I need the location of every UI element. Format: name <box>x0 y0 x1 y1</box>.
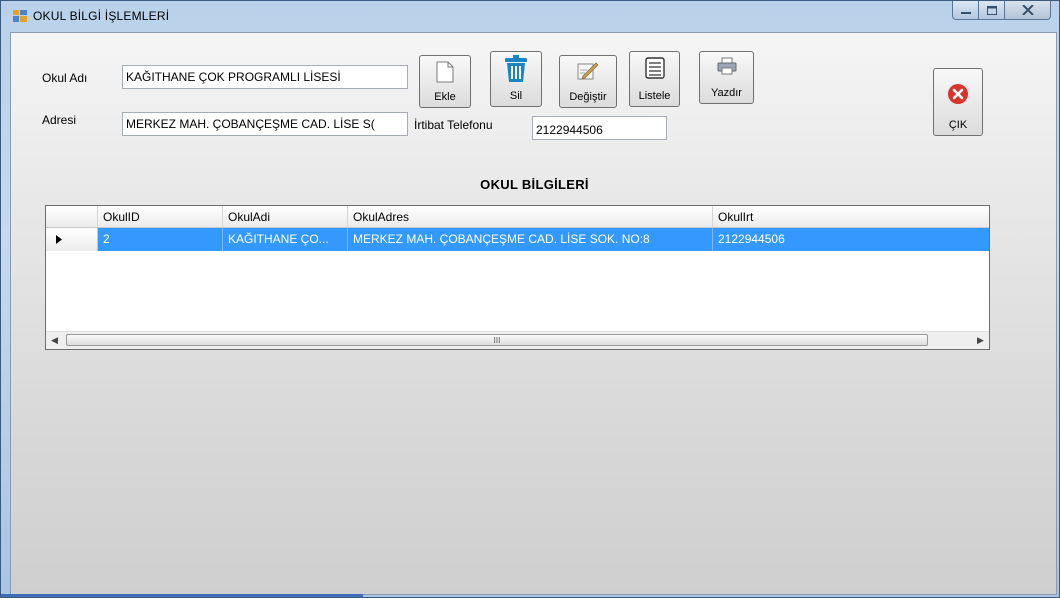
window-controls <box>952 1 1051 21</box>
minimize-icon <box>960 12 971 14</box>
window-title: OKUL BİLGİ İŞLEMLERİ <box>33 9 170 23</box>
table-cell[interactable]: 2 <box>98 228 223 251</box>
address-field[interactable]: MERKEZ MAH. ÇOBANÇEŞME CAD. LİSE S( <box>122 112 408 136</box>
phone-label: İrtibat Telefonu <box>414 118 493 132</box>
column-header[interactable]: OkulID <box>98 206 223 227</box>
school-name-label: Okul Adı <box>42 71 88 85</box>
scroll-thumb-grip: III <box>493 335 501 345</box>
error-close-icon <box>948 84 968 104</box>
scroll-right-arrow-icon[interactable]: ▶ <box>972 332 989 349</box>
add-button-label: Ekle <box>434 91 456 103</box>
maximize-icon <box>986 5 997 15</box>
form-client-area: Okul Adı KAĞITHANE ÇOK PROGRAMLI LİSESİ … <box>10 32 1057 595</box>
table-row[interactable]: 2 KAĞITHANE ÇO... MERKEZ MAH. ÇOBANÇEŞME… <box>46 228 989 251</box>
print-button-label: Yazdır <box>711 87 742 99</box>
main-window: OKUL BİLGİ İŞLEMLERİ Okul Adı KAĞITHANE … <box>0 0 1060 598</box>
print-button[interactable]: Yazdır <box>699 51 754 104</box>
table-cell[interactable]: MERKEZ MAH. ÇOBANÇEŞME CAD. LİSE SOK. NO… <box>348 228 713 251</box>
column-header[interactable]: OkulAdi <box>223 206 348 227</box>
column-header[interactable]: OkulAdres <box>348 206 713 227</box>
list-button[interactable]: Listele <box>629 51 680 107</box>
table-cell[interactable]: KAĞITHANE ÇO... <box>223 228 348 251</box>
exit-button[interactable]: ÇIK <box>933 68 983 136</box>
scroll-thumb[interactable]: III <box>66 334 928 346</box>
window-bottom-accent <box>1 594 363 597</box>
section-title: OKUL BİLGİLERİ <box>480 177 589 192</box>
table-cell[interactable]: 2122944506 <box>713 228 989 251</box>
list-icon <box>644 57 665 79</box>
add-button[interactable]: Ekle <box>419 55 471 108</box>
title-bar[interactable]: OKUL BİLGİ İŞLEMLERİ <box>1 1 1059 31</box>
maximize-button[interactable] <box>979 1 1005 20</box>
delete-button-label: Sil <box>509 90 523 102</box>
edit-icon <box>577 62 599 80</box>
trash-icon <box>505 55 527 82</box>
app-icon <box>13 10 27 22</box>
horizontal-scrollbar[interactable]: ◀ III ▶ <box>46 331 989 349</box>
delete-button[interactable]: Sil <box>490 51 542 107</box>
printer-icon <box>717 57 736 75</box>
school-name-field[interactable]: KAĞITHANE ÇOK PROGRAMLI LİSESİ <box>122 65 408 89</box>
list-button-label: Listele <box>638 90 671 102</box>
close-icon <box>1021 5 1034 15</box>
scroll-left-arrow-icon[interactable]: ◀ <box>46 332 63 349</box>
phone-field[interactable]: 2122944506 <box>532 116 667 140</box>
row-header-corner <box>46 206 98 227</box>
grid-header: OkulID OkulAdi OkulAdres OkulIrt <box>46 206 989 228</box>
new-document-icon <box>436 61 454 83</box>
current-row-indicator-icon <box>56 235 62 244</box>
minimize-button[interactable] <box>952 1 979 20</box>
row-header[interactable] <box>46 228 98 251</box>
address-label: Adresi <box>42 113 77 127</box>
edit-button[interactable]: Değiştir <box>559 55 617 108</box>
edit-button-label: Değiştir <box>569 91 607 103</box>
close-button[interactable] <box>1005 1 1051 20</box>
column-header[interactable]: OkulIrt <box>713 206 989 227</box>
exit-button-label: ÇIK <box>948 119 968 131</box>
school-data-grid[interactable]: OkulID OkulAdi OkulAdres OkulIrt 2 KAĞIT… <box>45 205 990 350</box>
